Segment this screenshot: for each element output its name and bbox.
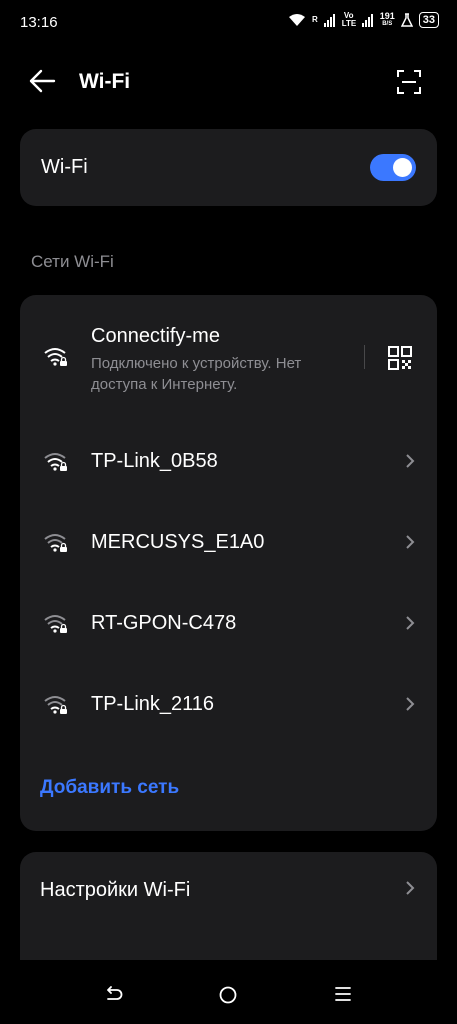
network-item-mercusys[interactable]: MERCUSYS_E1A0 [20,506,437,576]
wifi-status-icon [288,14,305,26]
chevron-right-icon [406,881,415,895]
navigation-bar [0,960,457,1024]
toggle-knob [393,158,412,177]
status-bar: 13:16 R Vo LTE 191 B/S 33 [0,0,457,44]
network-name: Connectify-me [91,325,220,347]
wifi-toggle-switch[interactable] [370,154,416,181]
network-status: Подключено к устройству. Нет доступа к И… [91,355,302,393]
wifi-lock-icon [44,534,67,552]
chevron-right-icon [406,454,415,468]
scan-icon[interactable] [397,70,421,94]
network-item-tplink-2116[interactable]: TP-Link_2116 [20,668,437,738]
status-icons: R Vo LTE 191 B/S 33 [288,12,439,28]
signal-icon [323,13,335,27]
chevron-right-icon [406,535,415,549]
sim1-label: R [311,15,318,24]
wifi-lock-icon [44,615,67,633]
network-item-connectify[interactable]: Connectify-me Подключено к устройству. Н… [20,295,437,405]
wifi-lock-icon [44,453,67,471]
networks-card: Connectify-me Подключено к устройству. Н… [20,295,437,831]
status-time: 13:16 [20,14,58,31]
signal-icon-2 [361,13,373,27]
back-nav-icon[interactable] [105,986,123,1002]
network-item-rt-gpon[interactable]: RT-GPON-C478 [20,587,437,657]
speed-value: 191 [379,11,395,21]
chevron-right-icon [406,697,415,711]
wifi-lock-icon [44,348,67,366]
chevron-right-icon [406,616,415,630]
page-title: Wi-Fi [79,70,131,93]
network-speed: 191 B/S [380,12,395,28]
back-arrow-icon[interactable] [28,68,56,94]
network-name: TP-Link_0B58 [91,450,218,472]
network-item-tplink-0b58[interactable]: TP-Link_0B58 [20,425,437,495]
network-name: TP-Link_2116 [91,693,215,715]
speed-unit: B/S [382,21,393,27]
settings-card: Настройки Wi-Fi [20,852,437,972]
home-nav-icon[interactable] [219,986,237,1004]
wifi-toggle-card[interactable]: Wi-Fi [20,129,437,206]
network-name: RT-GPON-C478 [91,612,237,634]
wifi-toggle-label: Wi-Fi [41,156,88,178]
networks-section-title: Сети Wi-Fi [31,252,114,271]
qr-code-icon[interactable] [388,346,412,370]
add-network-button[interactable]: Добавить сеть [40,777,179,799]
network-name: MERCUSYS_E1A0 [91,531,265,553]
menu-nav-icon[interactable] [334,986,352,1002]
battery-indicator: 33 [418,12,439,28]
divider [364,345,365,369]
flask-icon [400,13,413,27]
wifi-lock-icon [44,696,67,714]
wifi-settings-label: Настройки Wi-Fi [40,879,191,901]
app-bar: Wi-Fi [0,56,457,108]
volte-label: Vo LTE [341,11,357,28]
